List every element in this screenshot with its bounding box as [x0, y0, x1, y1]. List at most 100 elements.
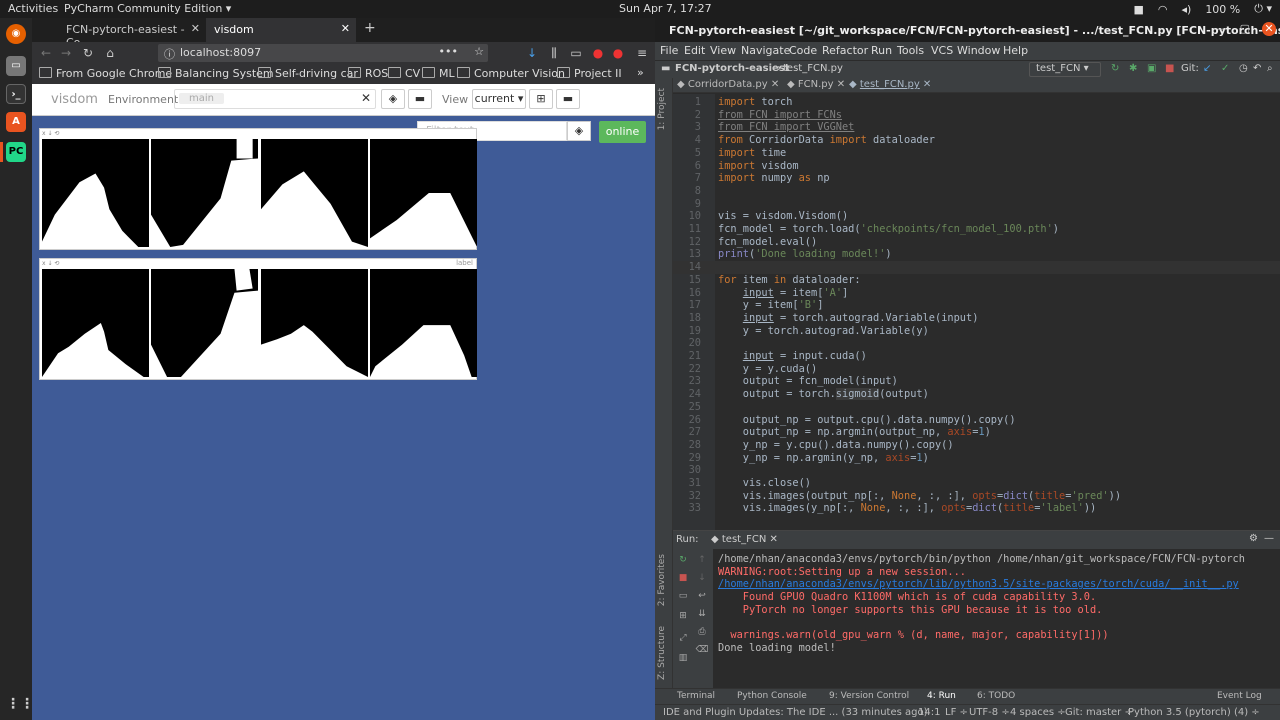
pin-tab-icon[interactable]: ⤢: [676, 631, 690, 645]
search-icon[interactable]: ⌕: [1267, 63, 1273, 74]
git-update-icon[interactable]: ↙: [1203, 63, 1211, 74]
menu-refactor[interactable]: Refactor: [822, 44, 868, 57]
version-control-tab[interactable]: 9: Version Control: [829, 691, 909, 701]
wrap-icon[interactable]: ↩: [695, 589, 709, 603]
browser-tab[interactable]: FCN-pytorch-easiest - Co ✕: [58, 18, 206, 49]
up-icon[interactable]: ↑: [695, 553, 709, 567]
power-menu-icon[interactable]: ⏻ ▾: [1254, 2, 1272, 16]
line-separator[interactable]: LF ÷: [945, 707, 968, 718]
bookmark-folder[interactable]: ROS: [348, 67, 388, 80]
menu-run[interactable]: Run: [871, 44, 892, 57]
favorites-tool-tab[interactable]: 2: Favorites: [657, 554, 667, 606]
close-icon[interactable]: ✕: [341, 22, 350, 35]
info-icon[interactable]: ⓘ: [164, 46, 175, 62]
minimize-icon[interactable]: —: [1217, 22, 1228, 36]
debug-icon[interactable]: ✱: [1129, 63, 1137, 74]
clock[interactable]: Sun Apr 7, 17:27: [619, 2, 712, 15]
code-editor[interactable]: 1 import torch 2 from FCN import FCNs 3 fro…: [673, 94, 1280, 530]
back-icon[interactable]: ←: [38, 45, 54, 61]
run-config-select[interactable]: test_FCN ▾: [1029, 62, 1101, 77]
git-commit-icon[interactable]: ✓: [1221, 63, 1229, 74]
indent-setting[interactable]: 4 spaces ÷: [1010, 707, 1066, 718]
print-icon[interactable]: ⎙: [695, 625, 709, 639]
git-history-icon[interactable]: ◷: [1239, 63, 1248, 74]
menu-icon[interactable]: ≡: [634, 45, 650, 61]
sidebar-icon[interactable]: ▭: [568, 45, 584, 61]
python-interpreter[interactable]: Python 3.5 (pytorch) (4) ÷: [1128, 707, 1260, 718]
close-icon[interactable]: ✕: [191, 22, 200, 35]
breadcrumb-file[interactable]: test_FCN.py: [783, 63, 843, 74]
camera-icon[interactable]: ■: [1133, 3, 1143, 16]
pycharm-icon[interactable]: PC: [6, 142, 26, 162]
menu-help[interactable]: Help: [1003, 44, 1028, 57]
python-console-tab[interactable]: Python Console: [737, 691, 807, 701]
terminal-tab[interactable]: Terminal: [677, 691, 715, 701]
extension-icon[interactable]: ●: [590, 45, 606, 61]
bookmark-folder[interactable]: CV: [388, 67, 420, 80]
system-tray[interactable]: ■ ◠ ◂) 100 % ⏻ ▾: [1133, 2, 1272, 16]
menu-navigate[interactable]: Navigate: [741, 44, 790, 57]
pane-controls[interactable]: x ↓ ⟲ label: [40, 259, 476, 268]
download-icon[interactable]: ↓: [524, 45, 540, 61]
url-bar[interactable]: ⓘ localhost:8097 ••• ☆: [158, 44, 488, 62]
console-line[interactable]: /home/nhan/anaconda3/envs/pytorch/lib/py…: [718, 578, 1239, 591]
visdom-image-pane[interactable]: x ↓ ⟲: [39, 128, 477, 250]
menu-file[interactable]: File: [660, 44, 678, 57]
tab-test-fcn[interactable]: ◆ test_FCN.py ✕: [849, 79, 931, 90]
breadcrumb-project[interactable]: FCN-pytorch-easiest: [675, 63, 790, 74]
bookmark-folder[interactable]: Self-driving car: [258, 67, 358, 80]
bookmark-folder[interactable]: Balancing System: [158, 67, 274, 80]
menu-view[interactable]: View: [710, 44, 736, 57]
run-tool-tab[interactable]: 4: Run: [927, 691, 956, 701]
home-icon[interactable]: ⌂: [102, 45, 118, 61]
extension-icon[interactable]: ●: [610, 45, 626, 61]
files-icon[interactable]: ▭: [6, 56, 26, 76]
app-menu[interactable]: PyCharm Community Edition ▾: [64, 2, 231, 15]
git-branch[interactable]: Git: master ÷: [1065, 707, 1133, 718]
software-center-icon[interactable]: A: [6, 112, 26, 132]
forward-icon[interactable]: →: [58, 45, 74, 61]
erase-icon[interactable]: ◈: [381, 89, 405, 109]
run-tab[interactable]: ◆ test_FCN ✕: [711, 534, 778, 545]
hide-icon[interactable]: —: [1264, 533, 1274, 544]
status-message[interactable]: IDE and Plugin Updates: The IDE ... (33 …: [663, 707, 928, 718]
online-badge[interactable]: online: [599, 121, 646, 143]
menu-edit[interactable]: Edit: [684, 44, 705, 57]
folder-icon[interactable]: ▬: [556, 89, 580, 109]
stop-icon[interactable]: ■: [676, 571, 690, 585]
caret-position[interactable]: 14:1: [918, 707, 940, 718]
browser-tab-active[interactable]: visdom ✕: [206, 18, 356, 42]
view-select[interactable]: current ▾: [472, 89, 526, 109]
clear-icon[interactable]: ✕: [361, 91, 371, 105]
library-icon[interactable]: ⫼: [546, 45, 562, 61]
pin-icon[interactable]: ▭: [676, 589, 690, 603]
menu-tools[interactable]: Tools: [897, 44, 924, 57]
maximize-icon[interactable]: ▢: [1240, 22, 1250, 36]
erase-icon[interactable]: ◈: [567, 121, 591, 141]
new-tab-button[interactable]: +: [360, 18, 380, 42]
menu-window[interactable]: Window: [957, 44, 1000, 57]
folder-icon[interactable]: ▬: [408, 89, 432, 109]
close-icon[interactable]: ✕: [1262, 22, 1276, 36]
coverage-icon[interactable]: ▣: [1147, 63, 1156, 74]
bookmark-folder[interactable]: ML: [422, 67, 455, 80]
pane-controls[interactable]: x ↓ ⟲: [40, 129, 476, 138]
menu-vcs[interactable]: VCS: [931, 44, 953, 57]
clear-icon[interactable]: ⌫: [695, 643, 709, 657]
menu-code[interactable]: Code: [789, 44, 817, 57]
firefox-icon[interactable]: ◉: [6, 24, 26, 44]
tab-fcn[interactable]: ◆ FCN.py ✕: [787, 79, 845, 90]
visdom-image-pane[interactable]: x ↓ ⟲ label: [39, 258, 477, 380]
stop-icon[interactable]: ■: [1165, 63, 1174, 74]
bookmark-folder[interactable]: Project II: [557, 67, 622, 80]
settings-icon[interactable]: ⊞: [676, 609, 690, 623]
project-tool-tab[interactable]: 1: Project: [657, 88, 667, 130]
wifi-icon[interactable]: ◠: [1158, 3, 1168, 16]
grid-icon[interactable]: ⊞: [529, 89, 553, 109]
show-apps-icon[interactable]: ⋮⋮: [6, 694, 34, 714]
bookmark-folder[interactable]: Computer Vision: [457, 67, 565, 80]
git-revert-icon[interactable]: ↶: [1253, 63, 1261, 74]
tab-corridordata[interactable]: ◆ CorridorData.py ✕: [677, 79, 779, 90]
down-icon[interactable]: ↓: [695, 571, 709, 585]
terminal-icon[interactable]: ›_: [6, 84, 26, 104]
